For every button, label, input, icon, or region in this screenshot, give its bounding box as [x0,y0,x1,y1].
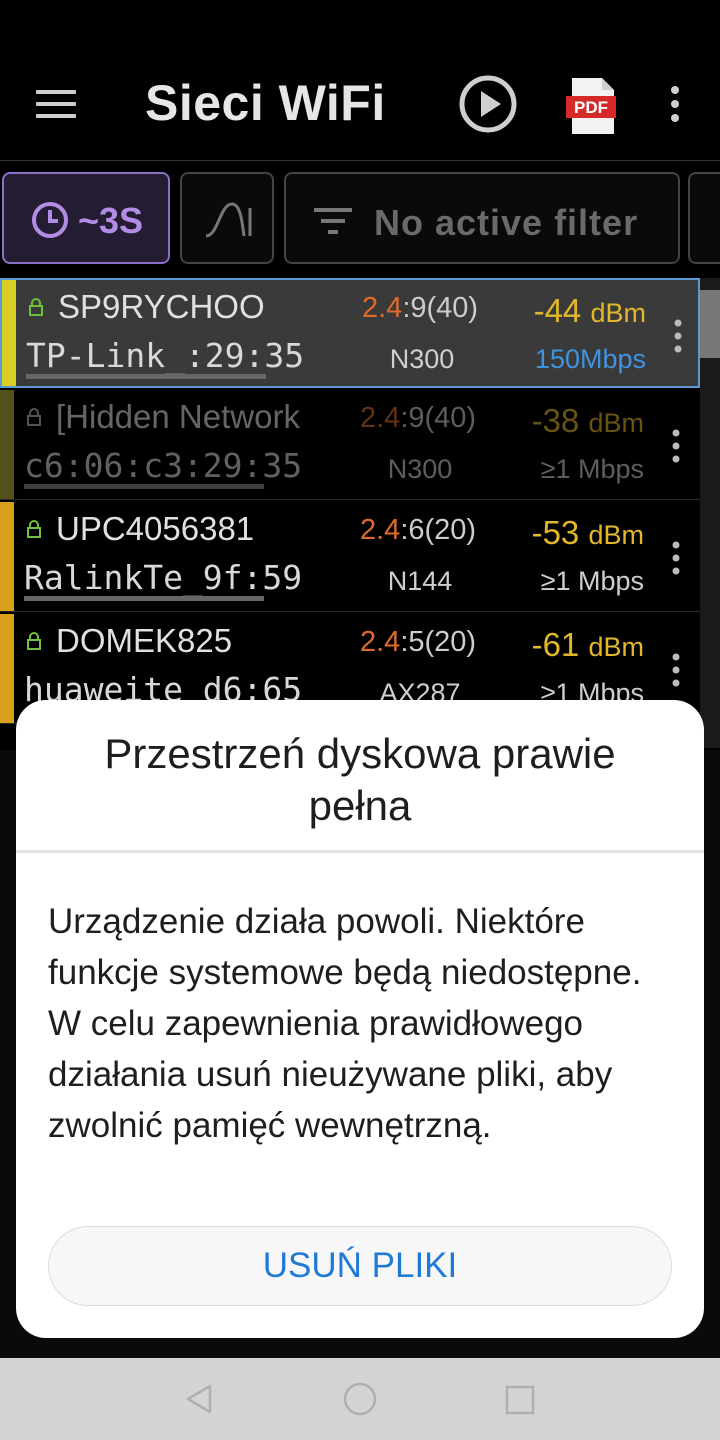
network-row[interactable]: UPC4056381 RalinkTe_9f:59 2.4:6(20) N144… [0,502,700,612]
scan-interval-chip[interactable]: ~3S [2,172,170,264]
vendor-label: RalinkTe_9f:59 [24,558,303,597]
more-vert-icon[interactable] [668,652,684,688]
ssid-label: DOMEK825 [56,622,233,659]
dialog-message: Urządzenie działa powoli. Niektóre funkc… [48,902,642,1145]
speed-label: ≥1 Mbps [540,566,644,596]
network-row[interactable]: SP9RYCHOO TP-Link_:29:35 2.4:9(40) N300 … [0,278,700,388]
extra-chip[interactable] [688,172,720,264]
signal-label: -61 dBm [531,626,644,663]
appbar-divider [0,160,720,161]
speed-label: ≥1 Mbps [540,454,644,484]
filter-label: No active filter [374,202,639,243]
delete-files-button[interactable]: USUŃ PLIKI [48,1226,672,1306]
recent-apps-icon[interactable] [504,1384,536,1416]
page-title: Sieci WiFi [145,75,386,131]
vendor-underline [26,374,266,379]
signal-graph-icon [205,202,252,238]
standard-label: N144 [387,566,453,596]
ssid-label: [Hidden Network [56,398,300,435]
lock-icon [27,408,41,426]
vendor-underline [24,596,264,601]
signal-stripe [0,502,14,611]
signal-stripe [2,280,16,386]
ssid-label: SP9RYCHOO [58,288,265,325]
signal-label: -44 dBm [533,292,646,329]
lock-icon [29,298,43,316]
back-icon[interactable] [184,1383,216,1415]
channel-label: 2.4:6(20) [360,514,477,546]
filter-chip[interactable]: No active filter [284,172,680,264]
pdf-label: PDF [574,98,608,117]
more-vert-icon[interactable] [664,84,686,124]
signal-label: -53 dBm [531,514,644,551]
signal-label: -38 dBm [531,402,644,439]
dialog-title: Przestrzeń dyskowa prawie pełna [104,730,616,829]
menu-icon[interactable] [36,90,76,118]
standard-label: N300 [389,344,455,374]
channel-label: 2.4:5(20) [360,626,477,658]
vendor-label: c6:06:c3:29:35 [24,446,303,485]
clock-icon [32,202,68,238]
dialog-divider [16,850,704,853]
graph-chip[interactable] [180,172,274,264]
standard-label: N300 [387,454,453,484]
lock-icon [27,520,41,538]
channel-label: 2.4:9(40) [360,402,477,434]
vendor-underline [24,484,264,489]
more-vert-icon[interactable] [668,540,684,576]
scrollbar[interactable] [700,290,720,358]
vendor-label: TP-Link_:29:35 [26,336,305,375]
more-vert-icon[interactable] [668,428,684,464]
scan-interval-label: ~3S [78,200,144,241]
more-vert-icon[interactable] [670,318,686,354]
filter-icon [314,208,352,234]
home-icon[interactable] [342,1381,378,1417]
lock-icon [27,632,41,650]
network-row[interactable]: [Hidden Network c6:06:c3:29:35 2.4:9(40)… [0,390,700,500]
ssid-label: UPC4056381 [56,510,255,547]
signal-stripe [0,390,14,499]
channel-label: 2.4:9(40) [362,292,479,324]
play-icon[interactable] [458,74,518,134]
signal-stripe [0,614,14,723]
speed-label: 150Mbps [534,344,646,374]
pdf-icon[interactable]: PDF [564,76,620,136]
storage-warning-dialog: Przestrzeń dyskowa prawie pełna Urządzen… [16,700,704,1338]
